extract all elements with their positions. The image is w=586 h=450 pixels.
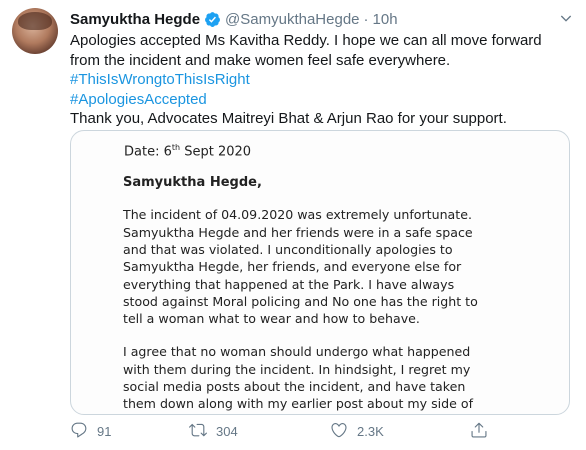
tweet-line-1: Apologies accepted Ms Kavitha Reddy. I h… <box>70 32 542 49</box>
retweet-icon <box>189 421 207 442</box>
like-button[interactable]: 2.3K <box>330 421 384 442</box>
hashtag-link[interactable]: #ApologiesAccepted <box>70 90 575 110</box>
like-count: 2.3K <box>357 424 384 439</box>
reply-icon <box>70 421 88 442</box>
reply-button[interactable]: 91 <box>70 421 111 442</box>
tweet-timestamp[interactable]: 10h <box>373 11 398 28</box>
retweet-count: 304 <box>216 424 238 439</box>
author-handle[interactable]: @SamyukthaHegde <box>225 11 359 28</box>
share-button[interactable] <box>470 421 488 442</box>
tweet-actions: 91 304 2.3K <box>70 421 500 445</box>
hashtag-link[interactable]: #ThisIsWrongtoThisIsRight <box>70 70 575 90</box>
chevron-down-icon[interactable] <box>558 10 574 26</box>
letter-paragraph-1: The incident of 04.09.2020 was extremely… <box>123 207 478 327</box>
separator-dot: · <box>363 10 369 28</box>
reply-count: 91 <box>97 424 112 439</box>
letter-paragraph-2: I agree that no woman should undergo wha… <box>123 344 474 412</box>
retweet-button[interactable]: 304 <box>189 421 238 442</box>
tweet-text: Apologies accepted Ms Kavitha Reddy. I h… <box>70 31 575 129</box>
tweet-header: Samyuktha Hegde @SamyukthaHegde · 10h <box>70 9 398 29</box>
verified-badge-icon <box>204 11 221 28</box>
avatar[interactable] <box>12 8 58 54</box>
share-icon <box>470 421 488 442</box>
apology-letter: Date: 6th Sept 2020 Samyuktha Hegde, The… <box>123 143 543 413</box>
tweet-line-3: Thank you, Advocates Maitreyi Bhat & Arj… <box>70 110 507 128</box>
letter-salutation: Samyuktha Hegde, <box>123 175 262 191</box>
heart-icon <box>330 421 348 442</box>
attached-image[interactable]: Date: 6th Sept 2020 Samyuktha Hegde, The… <box>70 130 570 415</box>
letter-date: Date: 6th Sept 2020 <box>124 143 252 160</box>
tweet-line-2: from the incident and make women feel sa… <box>70 51 451 69</box>
author-name[interactable]: Samyuktha Hegde <box>70 11 200 28</box>
